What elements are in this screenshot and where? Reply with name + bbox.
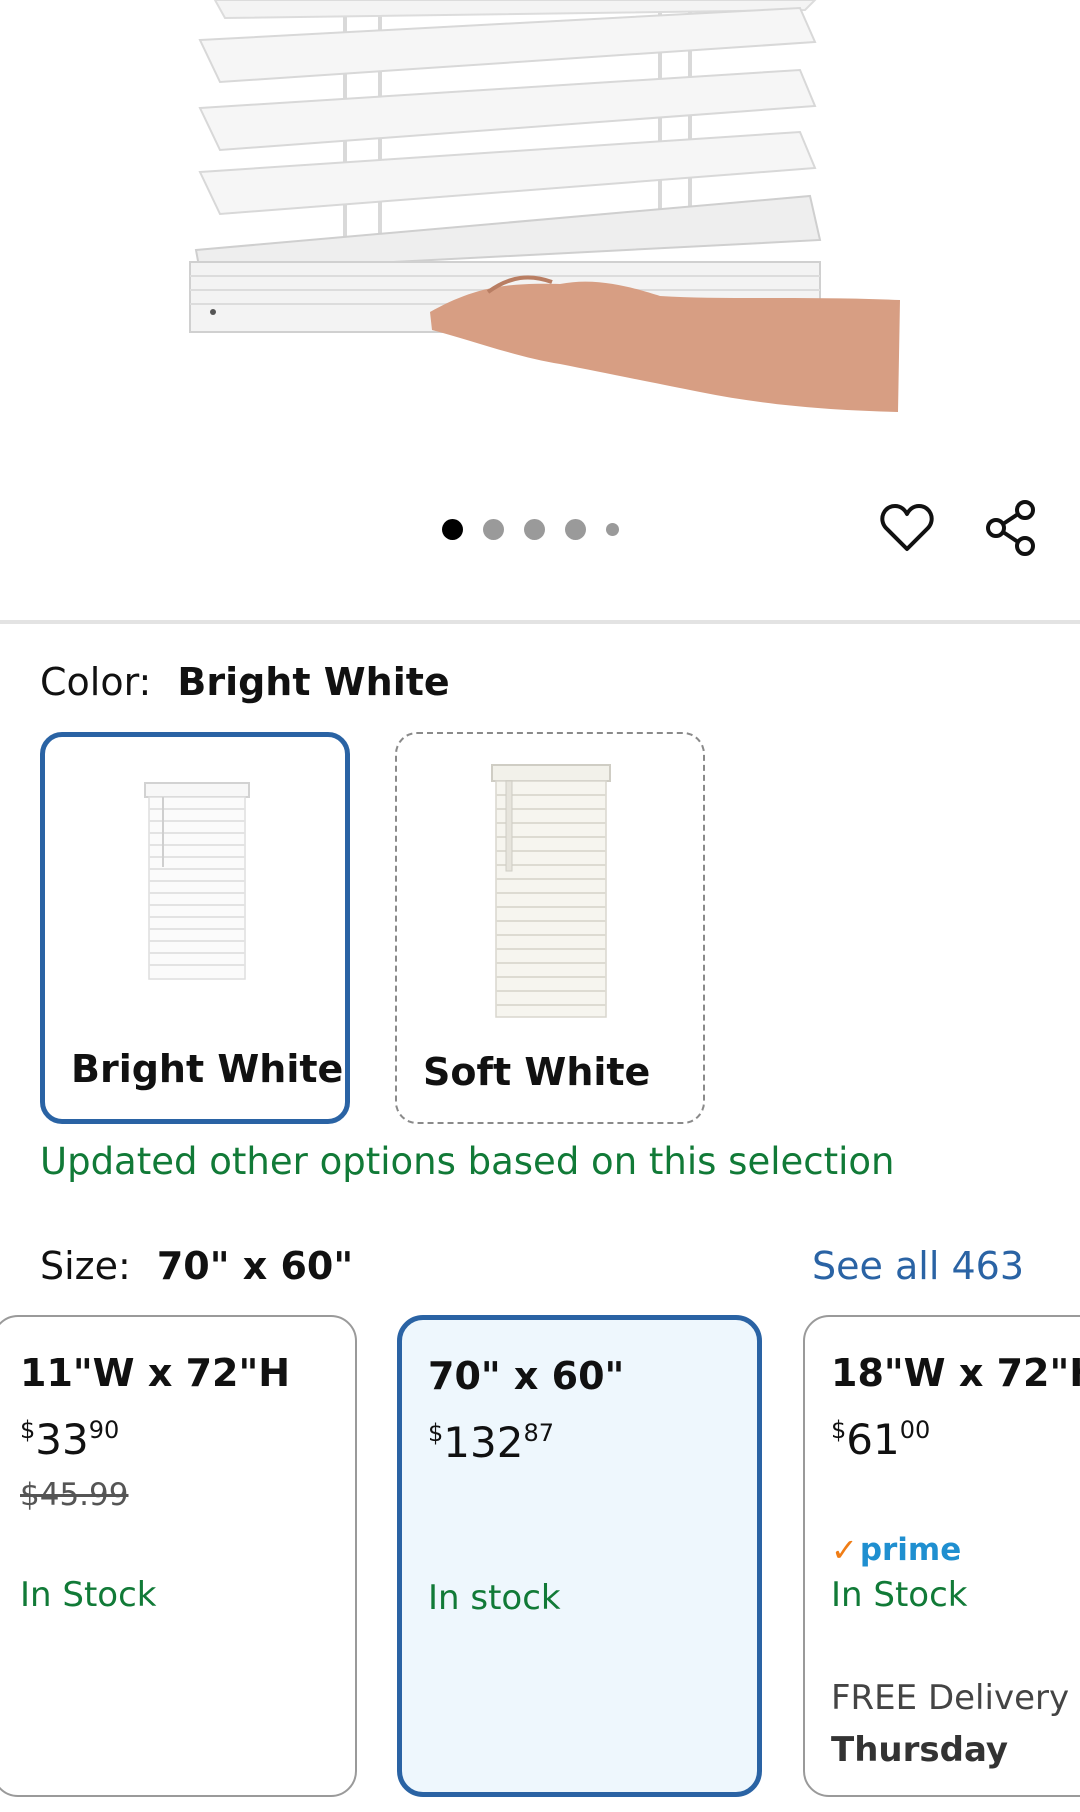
- color-label: Color:: [40, 660, 152, 704]
- stock-status: In Stock: [831, 1575, 968, 1615]
- color-option-label: Bright White: [71, 1047, 344, 1091]
- pagination-dot[interactable]: [524, 518, 545, 540]
- color-label-row: Color: Bright White: [40, 660, 450, 704]
- size-selected-value: 70" x 60": [156, 1244, 354, 1288]
- share-button[interactable]: [981, 498, 1041, 558]
- color-option-soft-white[interactable]: Soft White: [395, 732, 705, 1124]
- pagination-dot[interactable]: [483, 518, 504, 540]
- delivery-info: FREE Delivery Thursday: [831, 1672, 1069, 1776]
- size-dimensions: 11"W x 72"H: [20, 1351, 291, 1395]
- size-option-card[interactable]: 18"W x 72"H $6100 ✓ prime In Stock FREE D…: [803, 1315, 1080, 1797]
- section-divider: [0, 620, 1080, 624]
- size-dimensions: 18"W x 72"H: [831, 1351, 1080, 1395]
- product-image-gallery[interactable]: [0, 0, 1080, 622]
- size-label: Size:: [40, 1244, 131, 1288]
- selection-update-message: Updated other options based on this sele…: [40, 1140, 895, 1183]
- size-option-card-selected[interactable]: 70" x 60" $13287 In stock: [397, 1315, 762, 1797]
- color-thumbnail: [397, 759, 703, 1029]
- prime-check-icon: ✓: [831, 1531, 858, 1569]
- color-option-bright-white[interactable]: Bright White: [40, 732, 350, 1124]
- stock-status: In stock: [428, 1578, 561, 1618]
- color-selected-value: Bright White: [177, 660, 450, 704]
- see-all-sizes-link[interactable]: See all 463: [812, 1244, 1024, 1288]
- size-dimensions: 70" x 60": [428, 1354, 625, 1398]
- pagination-dot[interactable]: [606, 522, 619, 536]
- size-label-row: Size: 70" x 60": [40, 1244, 353, 1288]
- heart-icon: [880, 504, 934, 551]
- gallery-pagination[interactable]: [442, 517, 619, 541]
- share-icon: [986, 500, 1035, 556]
- color-option-label: Soft White: [423, 1050, 651, 1094]
- size-original-price: $45.99: [20, 1477, 129, 1513]
- favorite-button[interactable]: [877, 498, 937, 558]
- prime-badge: ✓ prime: [831, 1531, 962, 1569]
- product-image: [189, 0, 900, 412]
- stock-status: In Stock: [20, 1575, 157, 1615]
- size-price: $3390: [20, 1415, 120, 1464]
- pagination-dot-active[interactable]: [442, 518, 463, 540]
- size-option-card[interactable]: 11"W x 72"H $3390 $45.99 In Stock: [0, 1315, 357, 1797]
- delivery-label: FREE Delivery: [831, 1678, 1070, 1718]
- size-price: $6100: [831, 1415, 931, 1464]
- size-price: $13287: [428, 1418, 554, 1467]
- delivery-day: Thursday: [831, 1730, 1009, 1770]
- color-thumbnail: [45, 777, 345, 987]
- pagination-dot[interactable]: [565, 518, 586, 540]
